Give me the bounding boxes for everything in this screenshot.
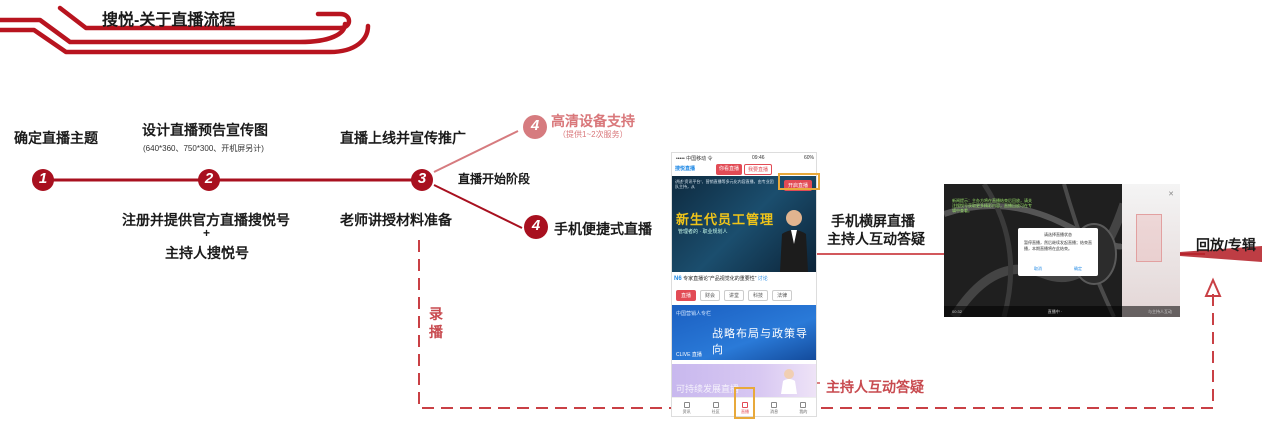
record-arrow-head — [1204, 277, 1222, 297]
nav-news[interactable]: 资讯 — [682, 401, 691, 415]
landscape-label-2: 主持人互动答疑 — [827, 231, 925, 247]
nav-profile-label: 我的 — [799, 408, 808, 414]
elapsed-time: 00:32 — [952, 309, 963, 314]
category-live[interactable]: 直播 — [676, 290, 697, 301]
phone-brand: 搜悦直播 — [675, 166, 696, 172]
live-status: 直播中 · — [1047, 309, 1063, 314]
interact-button[interactable]: 与主持人互动 — [1148, 309, 1172, 314]
battery: 60% — [803, 155, 814, 161]
teacher-label: 老师讲授材料准备 — [340, 212, 452, 228]
step-note-design: (640*360、750*300、开机屏另计) — [143, 144, 264, 153]
live-nav-highlight — [734, 387, 755, 419]
nav-messages-label: 消息 — [770, 408, 779, 414]
close-icon[interactable]: ✕ — [1168, 190, 1174, 198]
step-num-4-mobile: 4 — [531, 217, 541, 234]
nav-profile[interactable]: 我的 — [799, 401, 808, 415]
step-note-hd: （提供1~2次服务） — [558, 130, 628, 139]
banner-title: 战略布局与政策导向 — [712, 328, 808, 356]
phone-tabs: 你看直播 我要直播 — [716, 164, 773, 175]
status-dialog: 请选择直播状态 暂停直播，然后继续发起直播；结束直播，本期直播将在此结束。 取消… — [1018, 228, 1098, 276]
video-note: 讲述“资讯平台”、营销直播等多元化内容直播，由专业团队主持，从 — [675, 179, 774, 189]
phone-status-bar: ••••• 中国移动 令 09:46 60% — [672, 153, 816, 163]
step-label-topic: 确定直播主题 — [14, 130, 98, 146]
nav-community[interactable]: 社区 — [711, 401, 720, 415]
dialog-title: 请选择直播状态 — [1044, 232, 1072, 237]
step-label-hd: 高清设备支持 — [551, 113, 635, 129]
landscape-screenshot: ✕ 新闻提示：主办方将在直播结束后回放，请关注搜悦号获取更多精彩内容，直播回放可… — [944, 184, 1180, 317]
category-lecture[interactable]: 讲堂 — [724, 290, 745, 301]
news-brand: N6 — [674, 276, 682, 282]
presenter-image — [780, 210, 808, 272]
category-tabs: 直播 财会 讲堂 科技 法律 — [676, 290, 793, 301]
phone-screenshot: ••••• 中国移动 令 09:46 60% 搜悦直播 你看直播 我要直播 讲述… — [671, 152, 817, 417]
seal-graphic — [1136, 214, 1162, 262]
news-icon — [683, 401, 690, 408]
user-icon — [800, 401, 807, 408]
news-text: 专家直播论“产品视觉化的重要性” — [683, 276, 757, 282]
step-num-3: 3 — [417, 170, 427, 187]
presenter-thumb — [781, 369, 797, 394]
tab-go-live[interactable]: 我要直播 — [744, 164, 773, 175]
landscape-note: 新闻提示：主办方将在直播结束后回放，请关注搜悦号获取更多精彩内容，直播回放可在专… — [952, 198, 1032, 213]
community-icon — [712, 401, 719, 408]
category-tech[interactable]: 科技 — [748, 290, 769, 301]
message-icon — [771, 401, 778, 408]
register-line-2: 主持人搜悦号 — [165, 245, 249, 261]
step-num-2: 2 — [204, 170, 214, 187]
step-label-design: 设计直播预告宣传图 — [142, 122, 268, 138]
register-plus: + — [203, 226, 211, 240]
video-subtitle: 管理者的 · 职业规划人 — [678, 229, 728, 235]
page-title: 搜悦-关于直播流程 — [102, 12, 236, 29]
nav-news-label: 资讯 — [682, 408, 691, 414]
record-label-1: 录 — [429, 306, 443, 322]
dialog-body: 暂停直播，然后继续发起直播；结束直播，本期直播将在此结束。 — [1024, 240, 1092, 251]
nav-messages[interactable]: 消息 — [770, 401, 779, 415]
step-label-launch: 直播上线并宣传推广 — [340, 130, 466, 146]
news-tag: 讨论 — [757, 276, 768, 282]
landscape-control-bar: 00:32 直播中 · 与主持人互动 — [944, 306, 1180, 317]
replay-label: 回放/专辑 — [1196, 237, 1256, 253]
stage-label: 直播开始阶段 — [458, 172, 531, 186]
step-num-1: 1 — [38, 170, 48, 187]
landscape-label-1: 手机横屏直播 — [831, 213, 915, 229]
category-finance[interactable]: 财会 — [700, 290, 721, 301]
tab-watch-live[interactable]: 你看直播 — [716, 164, 743, 175]
interaction-label: 主持人互动答疑 — [826, 379, 924, 395]
dialog-cancel-button[interactable]: 取消 — [1018, 266, 1058, 272]
banner-tag: CLIVE 直播 — [676, 352, 702, 358]
news-ticker[interactable]: N6 专家直播论“产品视觉化的重要性” 讨论 — [674, 272, 816, 284]
category-law[interactable]: 法律 — [772, 290, 793, 301]
step-num-4-hd: 4 — [530, 117, 540, 134]
video-title: 新生代员工管理 — [676, 212, 775, 227]
record-label-2: 播 — [429, 324, 443, 340]
dialog-ok-button[interactable]: 确定 — [1058, 266, 1098, 272]
clock: 09:46 — [752, 155, 765, 161]
nav-community-label: 社区 — [711, 408, 720, 414]
banner-strategy[interactable]: 中国营销人专栏 战略布局与政策导向 CLIVE 直播 — [672, 305, 816, 360]
step-label-mobile: 手机便捷式直播 — [554, 221, 652, 237]
start-button-highlight — [778, 173, 820, 190]
banner-secondary-text: 可持续发展直播 — [676, 384, 740, 394]
landscape-side-panel — [1122, 184, 1180, 317]
carrier: ••••• 中国移动 令 — [676, 156, 713, 162]
banner-logo: 中国营销人专栏 — [676, 311, 712, 317]
